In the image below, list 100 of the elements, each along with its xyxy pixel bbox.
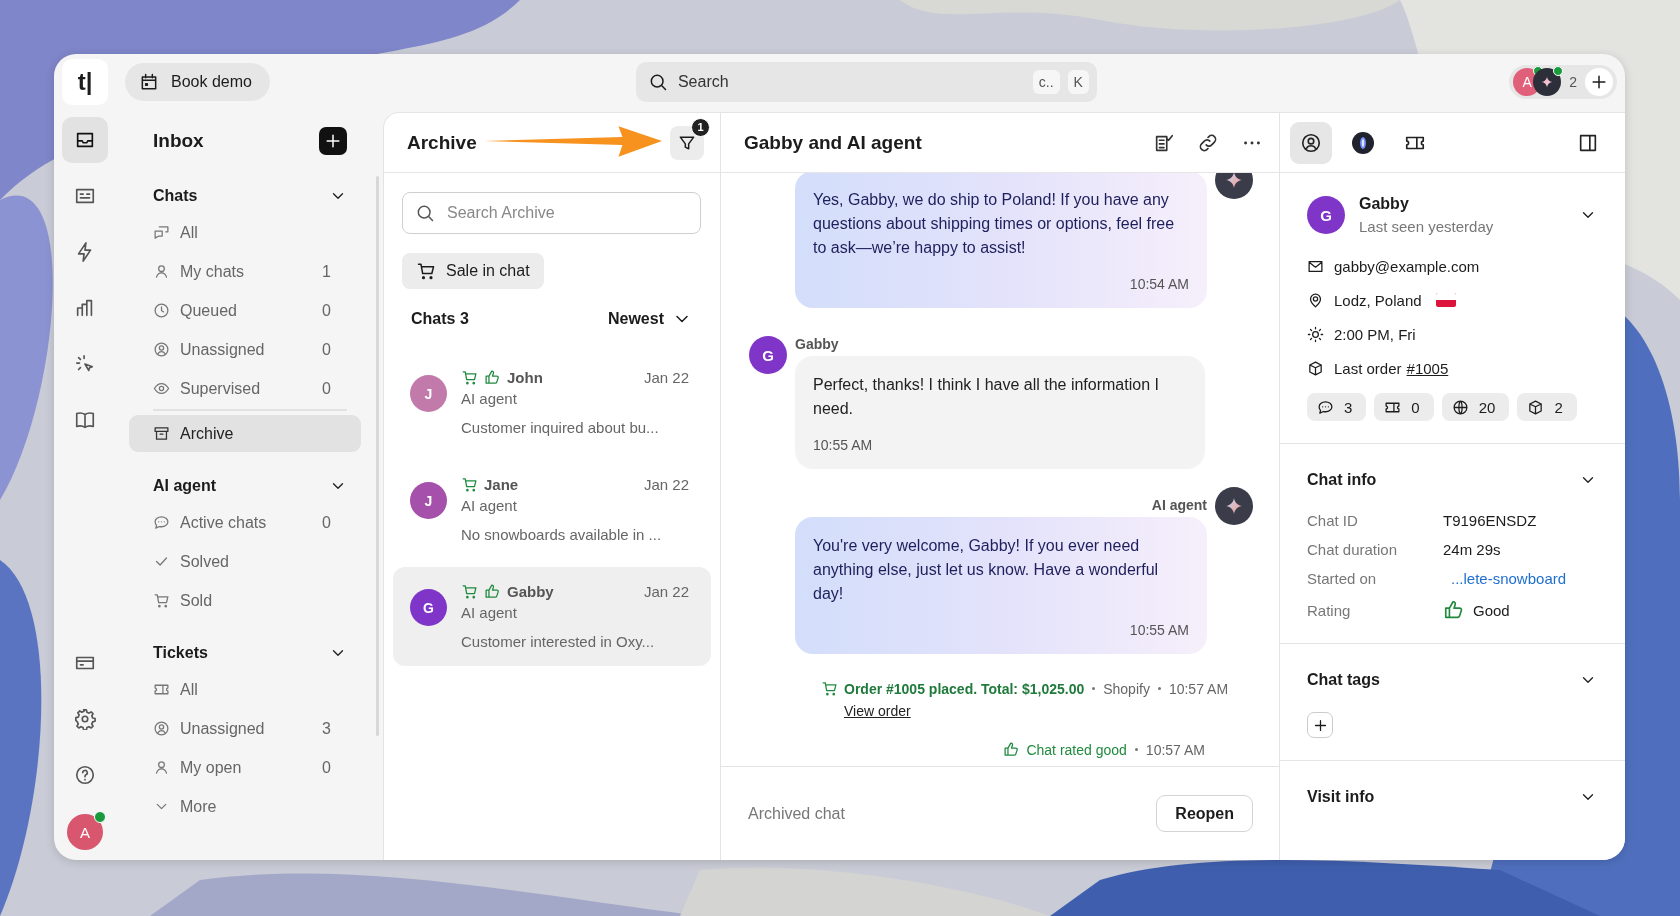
logo[interactable]: t| <box>62 59 108 105</box>
settings-icon[interactable] <box>74 708 96 730</box>
author-name: AI agent <box>1151 497 1207 513</box>
agent-name: AI agent <box>461 604 518 621</box>
sort-dropdown[interactable]: Newest <box>607 309 692 329</box>
order-link[interactable]: #1005 <box>1406 359 1449 377</box>
thumbs-up-icon <box>1443 599 1465 621</box>
contact-name: Jane <box>484 476 519 493</box>
nav-item[interactable]: Sold <box>139 582 347 619</box>
search-input[interactable]: Search <box>675 61 1025 103</box>
chat-title: Gabby and AI agent <box>744 131 922 154</box>
avatar: J <box>410 482 447 519</box>
message-bubble: Yes, Gabby, we do ship to Poland! If you have any questions about shipping times or options, feel free to ask—we’re happy to assist! 10:54 AM <box>795 173 1207 308</box>
eye-icon <box>153 380 170 397</box>
started-on-link[interactable]: ...lete-snowboard <box>1451 570 1597 587</box>
last-seen: Last seen yesterday <box>1359 218 1495 235</box>
chat-list-item[interactable]: J John Jan 22 AI agent Customer inquired about bu... <box>393 353 711 452</box>
agent-name: AI agent <box>461 497 518 514</box>
view-order-link[interactable]: View order <box>844 703 1253 719</box>
nav-item[interactable]: All <box>139 671 347 708</box>
field-value: T9196ENSDZ <box>1443 512 1538 529</box>
nav-item[interactable]: My chats 1 <box>139 253 347 290</box>
avatar: J <box>410 375 447 412</box>
nav-item[interactable]: Solved <box>139 543 347 580</box>
section-title: Tickets <box>153 644 208 662</box>
rating-value: Good <box>1473 601 1510 619</box>
nav-item[interactable]: All <box>139 214 347 251</box>
thumbs-up-icon <box>1003 741 1021 758</box>
search-input[interactable]: Search Archive <box>445 192 688 234</box>
nav-item[interactable]: Unassigned 3 <box>139 710 347 747</box>
event-source: Shopify <box>1103 680 1150 697</box>
nav-item[interactable]: My open 0 <box>139 749 347 786</box>
event-time: 10:57 AM <box>1168 680 1229 697</box>
last-order-label: Last order <box>1334 359 1402 377</box>
field-label: Chat ID <box>1307 512 1359 529</box>
inbox-button[interactable] <box>62 117 108 163</box>
separator-dot <box>1157 687 1161 690</box>
filter-chip[interactable]: Sale in chat <box>402 253 544 289</box>
local-time: 2:00 PM, Fri <box>1334 325 1416 343</box>
globe-icon <box>1451 398 1469 416</box>
flag-icon <box>1435 293 1456 307</box>
contact-name: Gabby <box>507 583 554 600</box>
search-field[interactable]: Search c.. K <box>635 62 1097 102</box>
box-icon <box>1527 398 1545 416</box>
separator-dot <box>1092 687 1096 690</box>
chat-date: Jan 22 <box>643 583 689 600</box>
chat-list-item[interactable]: J Jane Jan 22 AI agent No snowboards available in ... <box>393 460 711 559</box>
search-field[interactable]: Search Archive <box>402 192 701 234</box>
details-tab[interactable] <box>1290 121 1332 164</box>
chat-preview: Customer inquired about bu... <box>461 419 660 436</box>
add-button[interactable] <box>1585 68 1613 96</box>
chat-list-item[interactable]: G Gabby Jan 22 AI agent Customer interested in Oxy... <box>393 567 711 666</box>
stat-pill: 0 <box>1374 393 1434 421</box>
clock-icon <box>153 302 170 319</box>
nav-item[interactable]: Supervised 0 <box>139 370 347 407</box>
ai-agent-avatar[interactable] <box>1533 68 1562 96</box>
location: Lodz, Poland <box>1334 291 1422 309</box>
chat-bubble-icon <box>153 514 170 531</box>
help-icon[interactable] <box>74 764 96 786</box>
user-avatar[interactable]: A <box>67 814 103 850</box>
user-icon <box>153 759 170 776</box>
separator-dot <box>1134 748 1138 751</box>
calendar-icon <box>139 72 159 92</box>
order-event-text: Order #1005 placed. Total: $1,025.00 <box>844 680 1085 697</box>
section-title: Chat tags <box>1307 671 1380 689</box>
chat-date: Jan 22 <box>643 369 689 386</box>
nav-item[interactable]: Active chats 0 <box>139 504 347 541</box>
sun-icon <box>1307 325 1324 343</box>
nav-item[interactable]: Queued 0 <box>139 292 347 329</box>
inbox-title: Inbox <box>153 130 204 152</box>
location-pin-icon <box>1307 291 1324 309</box>
nav-item[interactable]: More <box>139 788 347 825</box>
stat-pill: 3 <box>1307 393 1367 421</box>
contact-name: Gabby <box>1359 195 1410 213</box>
archived-status: Archived chat <box>748 804 845 823</box>
add-tag-button[interactable] <box>1307 712 1333 738</box>
section-title: Chat info <box>1307 471 1377 489</box>
message-bubble: You're very welcome, Gabby! If you ever need anything else, just let us know. Have a wonderful day! 10:55 AM <box>795 517 1207 654</box>
stat-pill: 2 <box>1517 393 1577 421</box>
chat-bubble-icon <box>1317 398 1334 416</box>
nav-item[interactable]: Archive <box>129 415 361 452</box>
chat-preview: Customer interested in Oxy... <box>461 633 656 650</box>
new-button[interactable] <box>319 127 347 155</box>
email: gabby@example.com <box>1334 257 1480 275</box>
agent-name: AI agent <box>461 390 518 407</box>
archive-icon <box>153 425 170 442</box>
reopen-button[interactable]: Reopen <box>1156 795 1253 832</box>
cart-icon <box>821 680 838 697</box>
event-time: 10:57 AM <box>1145 741 1205 758</box>
shortcut-key: c.. <box>1032 70 1060 94</box>
book-demo-button[interactable]: Book demo <box>125 63 270 101</box>
agent-count: 2 <box>1569 74 1577 90</box>
orb-icon <box>1351 130 1375 155</box>
avatar: G <box>410 589 447 626</box>
field-value: 24m 29s <box>1443 541 1502 558</box>
contact-name: John <box>507 369 543 386</box>
filter-button[interactable] <box>670 125 704 160</box>
field-label: Started on <box>1307 570 1378 587</box>
nav-item[interactable]: Unassigned 0 <box>139 331 347 368</box>
field-label: Rating <box>1307 601 1352 619</box>
